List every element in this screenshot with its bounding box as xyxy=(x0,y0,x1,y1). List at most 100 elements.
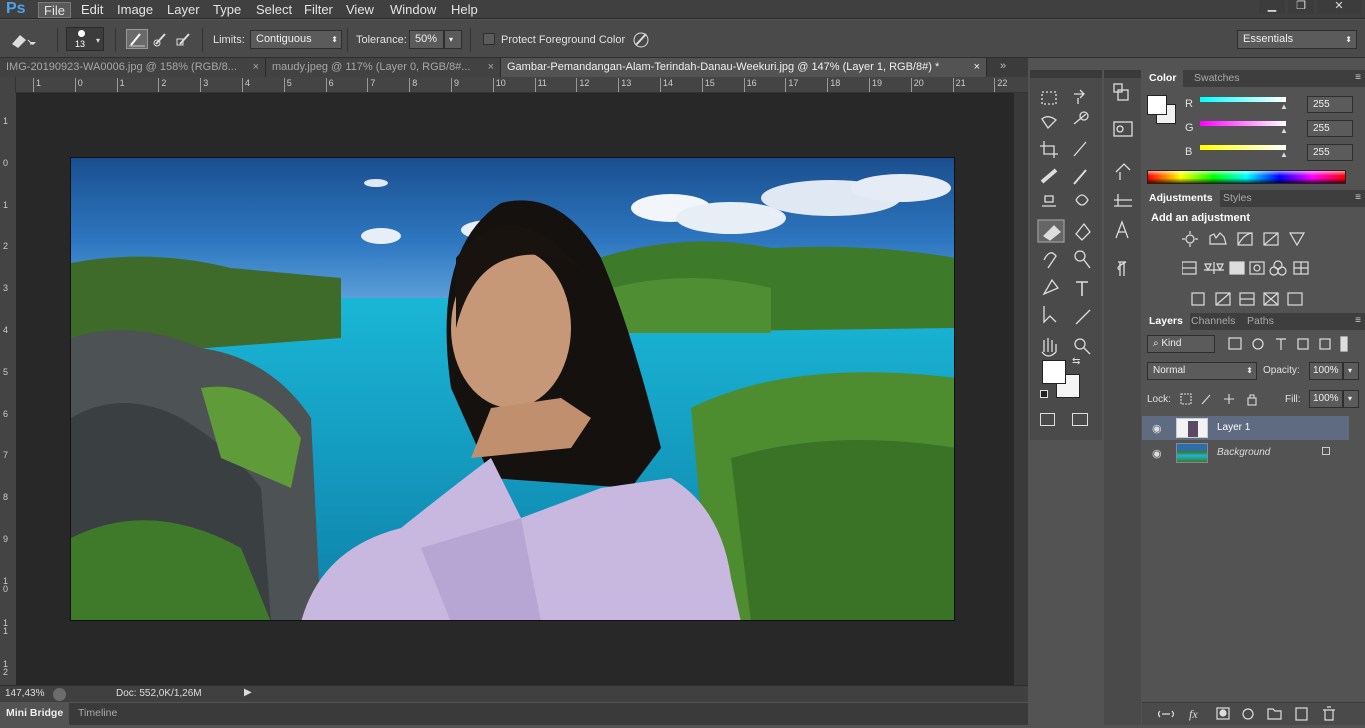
opacity-dropdown[interactable]: ▾ xyxy=(1343,362,1359,380)
g-slider-thumb[interactable]: ▲ xyxy=(1280,126,1288,135)
zoom-level[interactable]: 147,43% xyxy=(5,688,44,699)
eye-icon[interactable]: ◉ xyxy=(1152,422,1162,435)
protect-foreground-checkbox[interactable] xyxy=(483,33,495,45)
tolerance-label: Tolerance: xyxy=(356,34,407,46)
menu-image[interactable]: Image xyxy=(112,2,158,18)
tab-img-wa0006[interactable]: IMG-20190923-WA0006.jpg @ 158% (RGB/8...… xyxy=(0,58,266,77)
layer-row-background[interactable]: ◉ Background xyxy=(1142,441,1349,465)
gradient-map-icon xyxy=(1287,292,1303,306)
minimize-button[interactable]: ▁ xyxy=(1259,0,1285,14)
b-slider[interactable] xyxy=(1200,145,1286,150)
menu-edit[interactable]: Edit xyxy=(76,2,108,18)
menu-file[interactable]: File xyxy=(38,2,71,18)
panel-menu-icon[interactable]: ≡ xyxy=(1355,72,1361,83)
sampling-continuous-button[interactable] xyxy=(126,29,148,49)
healing-brush-tool-icon xyxy=(1040,168,1058,184)
sampling-once-button[interactable] xyxy=(151,29,173,49)
fill-input[interactable]: 100% xyxy=(1309,390,1343,408)
screen-mode-icon[interactable] xyxy=(1072,413,1088,426)
tab-paths[interactable]: Paths xyxy=(1240,313,1281,330)
black-white-icon xyxy=(1229,261,1245,275)
fill-label: Fill: xyxy=(1285,394,1301,405)
panel-menu-icon[interactable]: ≡ xyxy=(1355,192,1361,203)
ruler-h-tick-label: 19 xyxy=(869,78,882,92)
r-value-input[interactable]: 255 xyxy=(1307,96,1353,113)
tolerance-dropdown[interactable]: ▾ xyxy=(444,30,462,49)
eyedropper-sampling-icon xyxy=(129,33,145,47)
vertical-scrollbar[interactable] xyxy=(1014,93,1028,685)
menu-view[interactable]: View xyxy=(341,2,379,18)
swap-colors-icon[interactable]: ⇆ xyxy=(1072,356,1080,367)
layers-panel-header: Layers Channels Paths ≡ xyxy=(1142,313,1365,330)
ruler-v-tick-label: 8 xyxy=(3,492,9,503)
g-value-input[interactable]: 255 xyxy=(1307,120,1353,137)
tab-gambar-pemandangan[interactable]: Gambar-Pemandangan-Alam-Terindah-Danau-W… xyxy=(501,58,987,77)
tab-layers[interactable]: Layers xyxy=(1142,313,1190,330)
tab-maudy[interactable]: maudy.jpeg @ 117% (Layer 0, RGB/8#... × xyxy=(266,58,501,77)
foreground-color-swatch-top[interactable] xyxy=(1042,360,1066,384)
r-slider-thumb[interactable]: ▲ xyxy=(1280,102,1288,111)
b-slider-thumb[interactable]: ▲ xyxy=(1280,150,1288,159)
new-adjustment-layer-icon xyxy=(1242,708,1254,720)
opacity-input[interactable]: 100% xyxy=(1309,362,1343,380)
tab-channels[interactable]: Channels xyxy=(1184,313,1242,330)
close-icon[interactable]: × xyxy=(253,58,259,77)
tab-adjustments[interactable]: Adjustments xyxy=(1142,190,1220,207)
tab-color[interactable]: Color xyxy=(1142,70,1184,87)
layer-name: Background xyxy=(1217,447,1271,458)
restore-button[interactable]: ❐ xyxy=(1288,0,1314,14)
ruler-h-tick-label: 14 xyxy=(660,78,673,92)
blend-mode-select[interactable]: Normal ⬍ xyxy=(1147,362,1257,380)
default-colors-icon[interactable] xyxy=(1040,390,1048,398)
tolerance-input[interactable]: 50% xyxy=(409,30,444,49)
close-icon[interactable]: × xyxy=(488,58,494,77)
menu-select[interactable]: Select xyxy=(251,2,297,18)
tab-overflow-icon[interactable]: » xyxy=(1000,60,1006,72)
status-menu-arrow-icon[interactable]: ▶ xyxy=(244,687,252,698)
fill-dropdown[interactable]: ▾ xyxy=(1343,390,1359,408)
sampling-background-swatch-button[interactable] xyxy=(175,29,197,49)
ruler-v-tick-label: 1 0 xyxy=(3,575,9,594)
quick-mask-icon[interactable] xyxy=(1040,413,1055,426)
r-slider[interactable] xyxy=(1200,97,1286,102)
horizontal-ruler[interactable]: 1 0 1 2 3 4 5 6 7 8 9 10 11 12 13 14 15 16 17 18 19 20 21 22 xyxy=(16,77,1028,93)
ruler-v-tick-label: 1 2 xyxy=(3,659,9,678)
move-tool-icon xyxy=(1074,89,1085,104)
history-brush-tool-icon xyxy=(1075,194,1089,206)
document-canvas-image[interactable] xyxy=(70,157,955,621)
panel-menu-icon[interactable]: ≡ xyxy=(1355,315,1361,326)
menu-layer[interactable]: Layer xyxy=(162,2,205,18)
character-panel-icon xyxy=(1115,220,1129,239)
tab-swatches[interactable]: Swatches xyxy=(1187,70,1247,87)
layer-filter-kind-select[interactable]: ⌕ Kind xyxy=(1147,335,1215,353)
menu-filter[interactable]: Filter xyxy=(299,2,338,18)
ruler-h-tick-label: 9 xyxy=(451,78,459,92)
close-button[interactable]: ✕ xyxy=(1317,0,1361,14)
g-slider[interactable] xyxy=(1200,121,1286,126)
layer-name: Layer 1 xyxy=(1217,422,1251,433)
limits-select[interactable]: Contiguous ⬍ xyxy=(250,30,342,49)
close-icon[interactable]: × xyxy=(974,58,980,77)
workspace-select[interactable]: Essentials ⬍ xyxy=(1237,30,1357,49)
pressure-size-button[interactable] xyxy=(630,29,652,49)
menu-help[interactable]: Help xyxy=(446,2,483,18)
tab-timeline[interactable]: Timeline xyxy=(72,703,123,725)
color-spectrum-ramp[interactable] xyxy=(1147,170,1346,184)
menu-type[interactable]: Type xyxy=(208,2,246,18)
color-foreground-swatch-top[interactable] xyxy=(1147,95,1167,115)
filter-smart-object-icon xyxy=(1319,338,1331,350)
landscape-portrait-composite xyxy=(71,158,954,620)
b-value-input[interactable]: 255 xyxy=(1307,144,1353,161)
tab-mini-bridge[interactable]: Mini Bridge xyxy=(0,703,70,725)
layer-row-layer-1[interactable]: ◉ Layer 1 xyxy=(1142,416,1349,440)
hand-tool-icon xyxy=(1041,338,1057,357)
tab-label: IMG-20190923-WA0006.jpg @ 158% (RGB/8... xyxy=(6,61,237,73)
brush-size-picker[interactable]: 13 ▾ xyxy=(66,27,104,51)
background-eraser-tool-preset[interactable] xyxy=(8,30,38,50)
share-icon[interactable] xyxy=(53,688,66,701)
tab-styles[interactable]: Styles xyxy=(1216,190,1259,207)
menu-window[interactable]: Window xyxy=(385,2,441,18)
vertical-ruler[interactable]: 101234567891 01 11 2 xyxy=(0,93,16,685)
ruler-origin[interactable] xyxy=(0,77,16,93)
eye-icon[interactable]: ◉ xyxy=(1152,447,1162,460)
